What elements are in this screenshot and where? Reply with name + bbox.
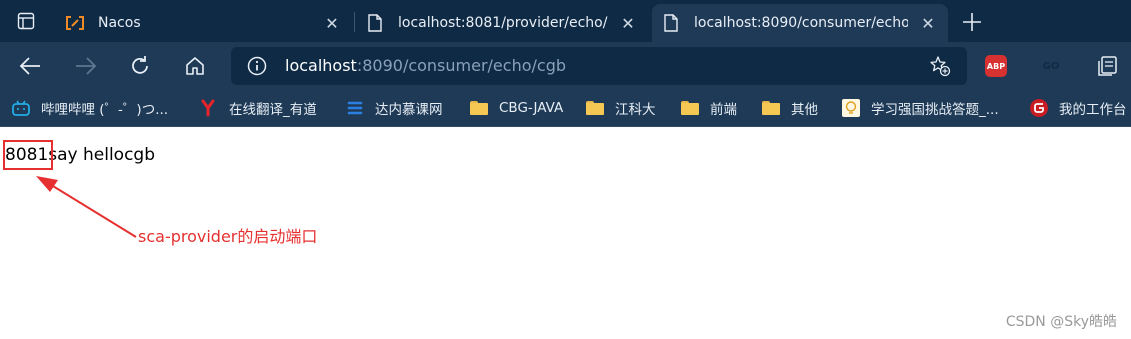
back-arrow-icon — [19, 57, 40, 75]
toolbar: localhost:8090/consumer/echo/cgb ABP GO — [0, 42, 1131, 90]
new-tab-button[interactable] — [958, 8, 986, 36]
bookmark-item[interactable]: 达内慕课网 — [346, 90, 443, 126]
folder-icon — [470, 99, 488, 117]
watermark: CSDN @Sky皓皓 — [1005, 314, 1117, 330]
url-host: localhost — [285, 56, 357, 75]
tab-title: localhost:8081/provider/echo/sca — [398, 15, 608, 31]
highlight-box — [3, 140, 53, 170]
reload-icon — [132, 56, 148, 74]
bookmark-folder[interactable]: 前端 — [681, 90, 737, 126]
reload-button[interactable] — [126, 52, 154, 80]
folder-icon — [762, 99, 780, 117]
tab-strip: Nacos ✕ localhost:8081/provider/echo/sca… — [0, 0, 1131, 42]
url-text: localhost:8090/consumer/echo/cgb — [285, 56, 566, 75]
page-content: 8081say hellocgb sca-provider的启动端口 CSDN … — [0, 127, 1131, 339]
bookmark-folder[interactable]: 江科大 — [586, 90, 656, 126]
bookmark-label: 江科大 — [615, 102, 656, 118]
tab-title: localhost:8090/consumer/echo/c — [694, 15, 908, 31]
home-icon — [186, 57, 204, 75]
bookmark-label: 前端 — [710, 102, 737, 118]
forward-arrow-icon — [76, 57, 97, 75]
add-favorite-icon[interactable] — [929, 55, 951, 77]
bookmark-label: 在线翻译_有道 — [229, 102, 317, 118]
bookmark-item[interactable]: 哔哩哔哩 (゜-゜)つ... — [12, 90, 168, 126]
plus-icon — [963, 13, 981, 31]
bookmark-item[interactable]: 我的工作台 — [1030, 90, 1127, 126]
bookmark-label: 达内慕课网 — [375, 102, 443, 118]
bookmark-folder[interactable]: 其他 — [762, 90, 818, 126]
annotation-label: sca-provider的启动端口 — [138, 227, 318, 246]
page-icon — [662, 14, 680, 32]
youdao-icon — [200, 99, 218, 117]
tab-provider[interactable]: localhost:8081/provider/echo/sca ✕ — [356, 4, 648, 42]
bookmark-label: 学习强国挑战答题_... — [871, 102, 999, 118]
forward-button[interactable] — [72, 52, 100, 80]
tarena-icon — [346, 99, 364, 117]
url-path: :8090/consumer/echo/cgb — [356, 56, 566, 75]
info-icon[interactable] — [247, 56, 267, 76]
page-icon — [366, 14, 384, 32]
gitee-icon — [1030, 99, 1048, 117]
tab-nacos[interactable]: Nacos ✕ — [56, 4, 352, 42]
close-icon[interactable]: ✕ — [618, 13, 638, 33]
back-button[interactable] — [16, 52, 44, 80]
tab-separator — [354, 12, 355, 32]
bookmark-label: 哔哩哔哩 (゜-゜)つ... — [41, 102, 169, 118]
tab-actions-button[interactable] — [0, 0, 52, 42]
collections-icon[interactable] — [1096, 55, 1118, 77]
nacos-icon — [66, 14, 84, 32]
address-bar[interactable]: localhost:8090/consumer/echo/cgb — [231, 47, 967, 85]
echo-message: say hellocgb — [48, 145, 156, 165]
bookmark-item[interactable]: 在线翻译_有道 — [200, 90, 317, 126]
close-icon[interactable]: ✕ — [322, 13, 342, 33]
bookmark-label: 其他 — [791, 102, 818, 118]
close-icon[interactable]: ✕ — [918, 13, 938, 33]
folder-icon — [586, 99, 604, 117]
tab-title: Nacos — [98, 15, 141, 31]
bilibili-icon — [12, 99, 30, 117]
bookmark-label: CBG-JAVA — [499, 100, 564, 116]
lightbulb-icon — [842, 99, 860, 117]
bookmarks-bar: 哔哩哔哩 (゜-゜)つ... 在线翻译_有道 达内慕课网 CBG-JAVA 江科… — [0, 90, 1131, 127]
extension-icon[interactable]: GO — [1040, 57, 1062, 75]
tab-consumer[interactable]: localhost:8090/consumer/echo/c ✕ — [652, 4, 948, 42]
bookmark-folder[interactable]: CBG-JAVA — [470, 90, 563, 126]
tab-actions-icon — [17, 12, 35, 30]
adblock-plus-icon[interactable]: ABP — [985, 55, 1007, 77]
folder-icon — [681, 99, 699, 117]
bookmark-label: 我的工作台 — [1059, 102, 1127, 118]
bookmark-item[interactable]: 学习强国挑战答题_... — [842, 90, 999, 126]
home-button[interactable] — [181, 52, 209, 80]
